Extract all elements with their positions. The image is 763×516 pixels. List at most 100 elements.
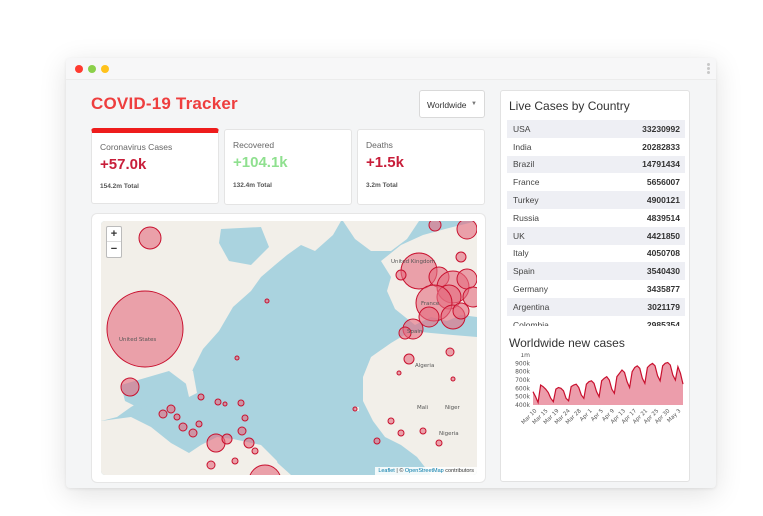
- cases-card[interactable]: Coronavirus Cases +57.0k 154.2m Total: [91, 128, 219, 204]
- case-count: 4900121: [646, 195, 680, 206]
- case-circle[interactable]: [243, 437, 255, 449]
- close-window-dot[interactable]: [75, 65, 83, 73]
- case-circle[interactable]: [352, 406, 358, 412]
- case-circle[interactable]: [120, 377, 140, 397]
- zoom-out-button[interactable]: −: [107, 242, 121, 257]
- case-count: 5656007: [646, 177, 680, 188]
- country-name: Spain: [513, 266, 535, 277]
- attribution-separator: | ©: [394, 468, 405, 474]
- case-count: 3540430: [646, 266, 680, 277]
- case-circle[interactable]: [106, 290, 184, 368]
- cases-total: 154.2m Total: [100, 183, 139, 190]
- y-tick-label: 800k: [515, 369, 530, 376]
- table-row[interactable]: India 20282833: [507, 138, 685, 156]
- recovered-label: Recovered: [233, 140, 275, 150]
- live-cases-title: Live Cases by Country: [509, 99, 630, 113]
- case-circle[interactable]: [456, 221, 477, 240]
- case-circle[interactable]: [435, 439, 443, 447]
- case-circle[interactable]: [206, 460, 216, 470]
- case-circle[interactable]: [158, 409, 168, 419]
- case-circle[interactable]: [231, 457, 239, 465]
- case-circle[interactable]: [264, 298, 270, 304]
- map-attribution: Leaflet | © OpenStreetMap contributors: [375, 467, 477, 475]
- case-circle[interactable]: [222, 401, 228, 407]
- case-circle[interactable]: [251, 447, 259, 455]
- case-circle[interactable]: [237, 426, 247, 436]
- case-circle[interactable]: [403, 353, 415, 365]
- table-row[interactable]: Spain 3540430: [507, 262, 685, 281]
- country-name: Argentina: [513, 301, 550, 312]
- table-row[interactable]: USA 33230992: [507, 120, 685, 138]
- case-circle[interactable]: [456, 268, 477, 290]
- chevron-down-icon: ▼: [471, 101, 477, 107]
- y-tick-label: 700k: [515, 377, 530, 384]
- case-circle[interactable]: [241, 414, 249, 422]
- deaths-card[interactable]: Deaths +1.5k 3.2m Total: [357, 129, 485, 205]
- country-name: Colombia: [513, 319, 549, 326]
- table-row[interactable]: France 5656007: [507, 173, 685, 191]
- case-circle[interactable]: [396, 370, 402, 376]
- recovered-card[interactable]: Recovered +104.1k 132.4m Total: [224, 129, 352, 205]
- map-label-algeria: Algeria: [415, 363, 434, 369]
- y-tick-label: 1m: [520, 353, 530, 359]
- leaflet-link[interactable]: Leaflet: [378, 468, 395, 474]
- table-row[interactable]: Russia 4839514: [507, 209, 685, 227]
- table-row[interactable]: Italy 4050708: [507, 245, 685, 263]
- map-label-niger: Niger: [445, 405, 461, 411]
- map-label-france: France: [421, 301, 440, 307]
- case-circle[interactable]: [138, 226, 162, 250]
- case-circle[interactable]: [452, 302, 470, 320]
- map-label-united-states: United States: [119, 337, 156, 343]
- right-panel: Live Cases by Country USA 33230992 India 20…: [500, 90, 690, 482]
- page-title: COVID-19 Tracker: [91, 94, 238, 113]
- case-circle[interactable]: [373, 437, 381, 445]
- region-select[interactable]: Worldwide ▼: [419, 90, 485, 118]
- map-label-spain: Spain: [407, 329, 423, 335]
- case-circle[interactable]: [234, 355, 240, 361]
- africa-land: [363, 331, 477, 475]
- case-count: 2985354: [646, 319, 680, 326]
- y-tick-label: 600k: [515, 385, 530, 392]
- map-label-mali: Mali: [417, 405, 429, 411]
- kebab-menu-icon[interactable]: [707, 63, 710, 75]
- case-circle[interactable]: [455, 251, 467, 263]
- case-circle[interactable]: [395, 269, 407, 281]
- case-circle[interactable]: [237, 399, 245, 407]
- cases-label: Coronavirus Cases: [100, 142, 173, 152]
- table-row[interactable]: Colombia 2985354: [507, 316, 685, 326]
- country-name: UK: [513, 230, 525, 241]
- window-titlebar: [66, 58, 716, 80]
- new-cases-chart: 1m900k800k700k600k500k400kMar 10Mar 15Ma…: [515, 353, 684, 426]
- case-circle[interactable]: [450, 376, 456, 382]
- osm-link[interactable]: OpenStreetMap: [405, 468, 444, 474]
- table-row[interactable]: Brazil 14791434: [507, 155, 685, 174]
- world-map[interactable]: + − United States United Kingdom France …: [101, 221, 477, 475]
- case-circle[interactable]: [397, 429, 405, 437]
- case-circle[interactable]: [197, 393, 205, 401]
- table-row[interactable]: Germany 3435877: [507, 280, 685, 298]
- table-row[interactable]: Turkey 4900121: [507, 191, 685, 209]
- cases-value: +57.0k: [100, 156, 147, 173]
- case-circle[interactable]: [195, 420, 203, 428]
- case-circle[interactable]: [419, 427, 427, 435]
- table-row[interactable]: UK 4421850: [507, 226, 685, 245]
- case-circle[interactable]: [387, 417, 395, 425]
- country-name: France: [513, 177, 540, 188]
- case-circle[interactable]: [178, 422, 188, 432]
- case-circle[interactable]: [221, 433, 233, 445]
- case-circle[interactable]: [428, 221, 442, 232]
- case-circle[interactable]: [173, 413, 181, 421]
- deaths-value: +1.5k: [366, 154, 404, 171]
- minimize-window-dot[interactable]: [101, 65, 109, 73]
- country-name: Brazil: [513, 159, 535, 170]
- zoom-in-button[interactable]: +: [107, 227, 121, 242]
- case-count: 20282833: [642, 141, 680, 152]
- case-circle[interactable]: [188, 428, 198, 438]
- case-circle[interactable]: [214, 398, 222, 406]
- case-circle[interactable]: [445, 347, 455, 357]
- live-cases-table[interactable]: USA 33230992 India 20282833 Brazil 14791434 Fr…: [507, 120, 685, 326]
- zoom-control: + −: [106, 226, 122, 258]
- table-row[interactable]: Argentina 3021179: [507, 297, 685, 316]
- maximize-window-dot[interactable]: [88, 65, 96, 73]
- case-circle[interactable]: [166, 404, 176, 414]
